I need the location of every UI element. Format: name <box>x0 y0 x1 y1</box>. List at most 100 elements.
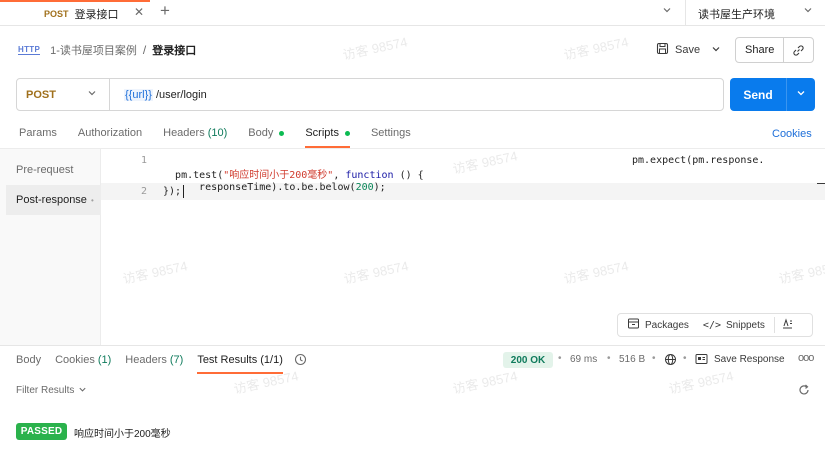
tab-label: Headers <box>125 354 167 366</box>
tab-count: (10) <box>207 127 228 139</box>
send-button[interactable]: Send <box>730 78 815 111</box>
chevron-down-icon[interactable] <box>662 5 672 18</box>
chevron-down-icon <box>78 385 87 396</box>
watermark: 访客 98574 <box>232 368 300 397</box>
separator-dot: • <box>558 353 562 364</box>
status-dot <box>279 130 285 136</box>
chevron-down-icon <box>87 88 97 101</box>
separator-dot: • <box>683 353 687 364</box>
chevron-down-icon[interactable] <box>787 88 815 101</box>
scripts-sidebar <box>0 149 101 345</box>
divider <box>0 345 825 346</box>
filter-label: Filter Results <box>16 385 75 396</box>
url-path: /user/login <box>152 88 207 101</box>
tab-method-badge: POST <box>44 9 69 19</box>
format-icon[interactable] <box>781 317 794 333</box>
method-label: POST <box>26 88 56 101</box>
send-label: Send <box>743 87 773 102</box>
snippets-button[interactable]: </> Snippets <box>703 320 765 331</box>
url-bar: POST {{url}} /user/login <box>16 78 724 111</box>
tab-scripts[interactable]: Scripts <box>305 126 350 148</box>
watermark: 访客 98574 <box>667 368 735 397</box>
method-select[interactable]: POST <box>17 79 110 110</box>
tab-title: 登录接口 <box>74 9 119 21</box>
breadcrumb: HTTP 1-读书屋项目案例 / 登录接口 <box>18 40 196 60</box>
globe-icon[interactable] <box>664 353 677 369</box>
save-button[interactable]: Save <box>656 38 700 62</box>
code-line[interactable]: }); <box>163 186 181 197</box>
response-time[interactable]: 69 ms <box>570 354 597 365</box>
line-number: 2 <box>140 186 147 197</box>
response-tab-test-results[interactable]: Test Results (1/1) <box>197 353 283 374</box>
tab-label: Cookies <box>55 354 95 366</box>
link-icon[interactable] <box>784 44 813 57</box>
watermark: 访客 98574 <box>562 34 630 63</box>
divider <box>0 148 825 149</box>
status-dot <box>344 130 350 136</box>
test-status-badge: PASSED <box>16 423 67 440</box>
history-icon[interactable] <box>294 353 307 369</box>
tab-authorization[interactable]: Authorization <box>78 126 142 140</box>
filter-results-dropdown[interactable]: Filter Results <box>16 385 87 396</box>
line-number: 1 <box>140 155 147 166</box>
refresh-icon[interactable] <box>797 383 811 400</box>
response-tab-headers[interactable]: Headers (7) <box>125 353 183 367</box>
status-badge[interactable]: 200 OK <box>503 352 553 368</box>
text-cursor <box>183 185 184 198</box>
url-input[interactable]: {{url}} /user/login <box>124 88 207 101</box>
snippets-label: Snippets <box>725 319 765 331</box>
url-variable: {{url}} <box>124 88 153 101</box>
watermark: 访客 98574 <box>341 34 409 63</box>
save-icon <box>656 42 669 58</box>
request-tab[interactable]: POST 登录接口 <box>0 0 150 26</box>
watermark: 访客 98574 <box>342 258 410 287</box>
separator-dot: • <box>652 353 656 364</box>
scrollbar[interactable] <box>817 183 825 184</box>
editor-toolbar: Packages </> Snippets <box>617 313 813 337</box>
environment-selector[interactable]: 读书屋生产环境 <box>698 6 775 22</box>
tab-params[interactable]: Params <box>19 126 57 140</box>
divider <box>685 0 686 26</box>
tab-label: Body <box>248 127 274 139</box>
tab-count: (1/1) <box>260 354 283 366</box>
share-button[interactable]: Share <box>735 37 814 63</box>
tab-label: Settings <box>370 127 411 139</box>
chevron-down-icon[interactable] <box>803 5 813 18</box>
chevron-down-icon[interactable] <box>711 44 721 57</box>
request-tabs: Params Authorization Headers (10) Body Script… <box>19 126 432 148</box>
tab-headers[interactable]: Headers (10) <box>163 126 227 140</box>
more-options-icon[interactable]: ooo <box>798 352 814 364</box>
separator-dot: • <box>607 353 611 364</box>
tab-bar: POST 登录接口 ✕ + 读书屋生产环境 <box>0 0 825 26</box>
tab-settings[interactable]: Settings <box>371 126 411 140</box>
save-label: Save <box>675 44 701 56</box>
tab-count: (7) <box>169 354 184 366</box>
tab-body[interactable]: Body <box>248 126 285 140</box>
pre-request-tab[interactable]: Pre-request <box>16 164 73 176</box>
tab-label: Test Results <box>197 354 258 366</box>
close-icon[interactable]: ✕ <box>134 5 144 19</box>
code-line[interactable]: pm.expect(pm.response. <box>632 155 764 166</box>
http-icon: HTTP <box>18 45 41 55</box>
breadcrumb-separator: / <box>142 43 147 57</box>
response-tab-cookies[interactable]: Cookies (1) <box>55 353 111 367</box>
post-response-dot: • <box>90 195 94 205</box>
share-label: Share <box>736 38 785 62</box>
response-size[interactable]: 516 B <box>619 354 645 365</box>
add-tab-icon[interactable]: + <box>160 1 170 21</box>
test-name: 响应时间小于200毫秒 <box>74 429 171 440</box>
code-line[interactable]: responseTime).to.be.below(200); <box>187 171 386 193</box>
save-response-button[interactable]: Save Response <box>714 354 785 365</box>
tab-label: Scripts <box>305 127 339 139</box>
packages-button[interactable]: Packages <box>627 317 689 333</box>
post-response-tab[interactable]: Post-response • <box>6 185 101 215</box>
watermark: 访客 98574 <box>121 258 189 287</box>
response-tabs: Body Cookies (1) Headers (7) Test Results (1/1… <box>16 353 297 374</box>
page-title[interactable]: 登录接口 <box>152 42 196 58</box>
cookies-link[interactable]: Cookies <box>772 128 812 140</box>
breadcrumb-collection[interactable]: 1-读书屋项目案例 <box>50 42 137 58</box>
code-icon: </> <box>702 319 721 331</box>
watermark: 访客 98574 <box>451 148 519 177</box>
save-response-icon[interactable] <box>695 353 708 368</box>
response-tab-body[interactable]: Body <box>16 353 41 367</box>
